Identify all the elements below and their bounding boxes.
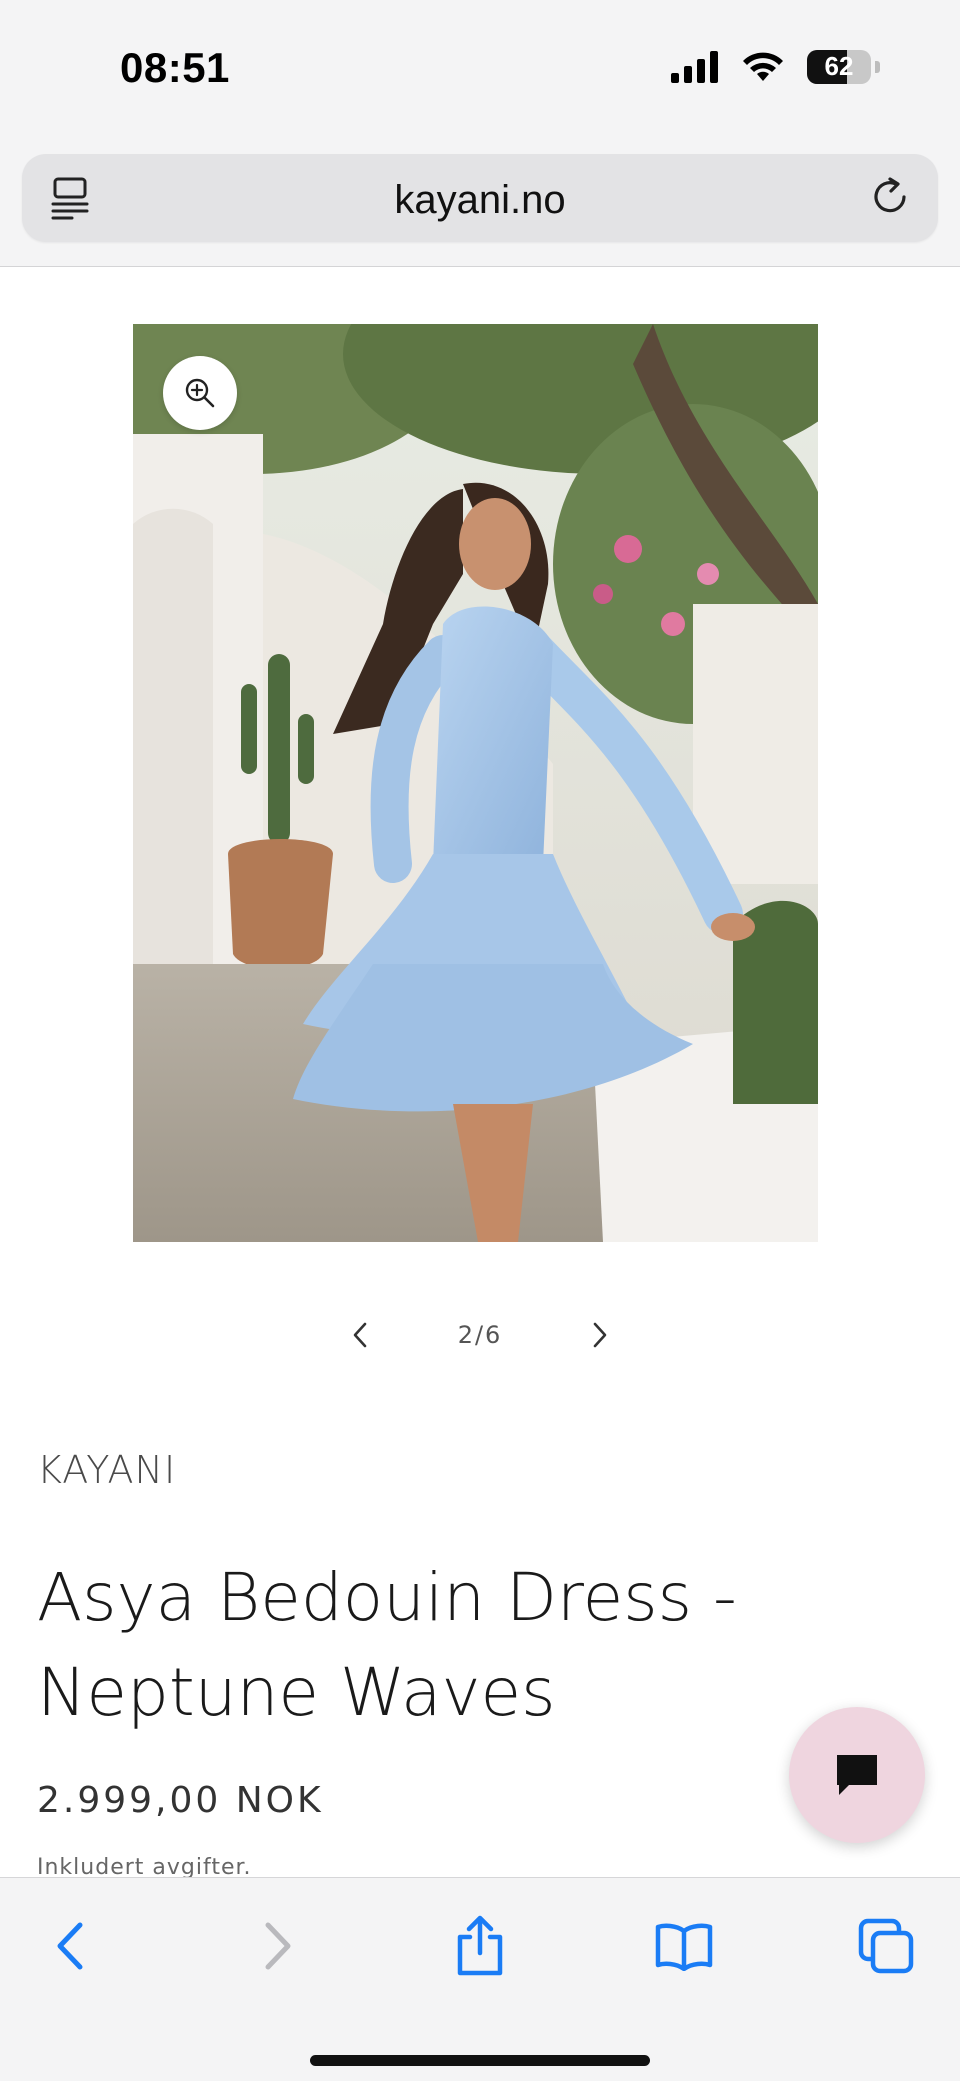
status-bar: 08:51 62 (0, 0, 960, 140)
product-price: 2.999,00 NOK (37, 1780, 324, 1821)
back-button[interactable] (40, 1916, 100, 1976)
product-brand: KAYANI (37, 1448, 177, 1492)
share-icon (457, 1915, 503, 1976)
home-indicator (310, 2055, 650, 2066)
address-bar-area: kayani.no (0, 140, 960, 267)
forward-button[interactable] (248, 1916, 308, 1976)
chevron-left-icon (353, 1322, 367, 1348)
product-photo (133, 324, 818, 1242)
zoom-button[interactable] (163, 356, 237, 430)
product-image[interactable] (133, 324, 818, 1242)
chat-bubble-icon (837, 1755, 877, 1795)
zoom-in-icon (185, 378, 215, 408)
back-icon (57, 1922, 83, 1970)
status-icons: 62 (671, 50, 880, 84)
next-image-button[interactable] (580, 1315, 620, 1355)
share-button[interactable] (450, 1915, 510, 1976)
battery-cap (875, 61, 880, 73)
forward-icon (265, 1922, 291, 1970)
reload-icon[interactable] (868, 174, 914, 220)
address-bar[interactable]: kayani.no (22, 154, 938, 242)
battery-icon: 62 (807, 50, 871, 84)
chat-button[interactable] (789, 1707, 925, 1843)
product-title: Asya Bedouin Dress - Neptune Waves (37, 1559, 737, 1731)
chevron-right-icon (593, 1322, 607, 1348)
battery-level: 62 (824, 51, 854, 81)
tabs-button[interactable] (856, 1916, 916, 1976)
image-counter: 2/6 (457, 1321, 503, 1349)
gallery-pager: 2/6 (340, 1310, 620, 1360)
wifi-icon (743, 52, 783, 81)
cellular-signal-icon (671, 51, 718, 83)
url-text[interactable]: kayani.no (22, 178, 938, 223)
bookmarks-button[interactable] (654, 1916, 714, 1976)
browser-toolbar (0, 1877, 960, 2081)
status-time: 08:51 (120, 44, 230, 91)
previous-image-button[interactable] (340, 1315, 380, 1355)
tabs-icon (858, 1918, 914, 1974)
bookmarks-icon (655, 1923, 713, 1971)
